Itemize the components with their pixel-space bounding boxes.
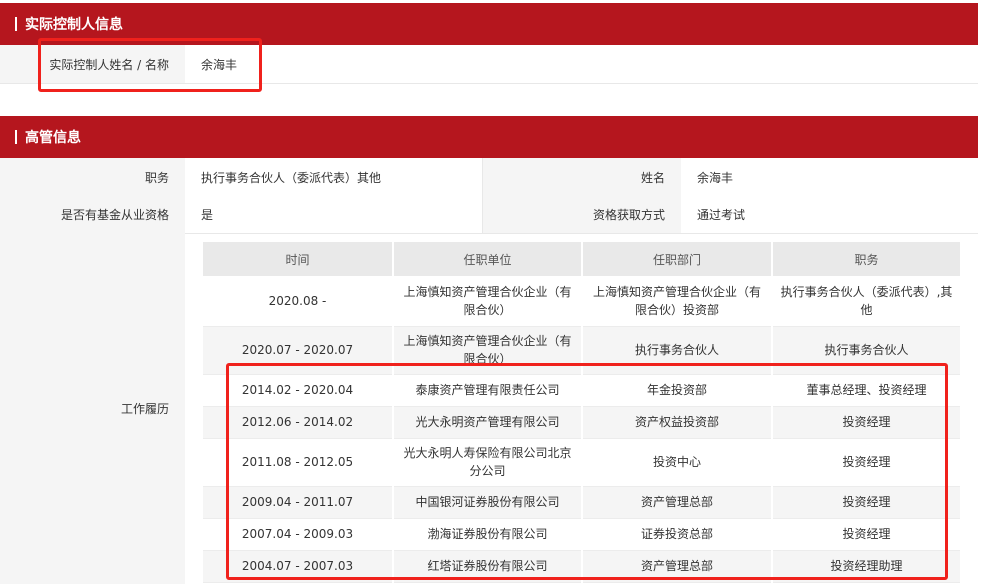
cell-position: 董事总经理、投资经理 <box>772 374 962 407</box>
cell-department: 证券投资总部 <box>582 518 773 551</box>
cell-time: 2007.04 - 2009.03 <box>203 518 394 551</box>
cell-time: 2009.04 - 2011.07 <box>203 486 394 519</box>
header-department: 任职部门 <box>582 242 773 276</box>
table-row: 2011.08 - 2012.05 光大永明人寿保险有限公司北京分公司 投资中心… <box>203 438 962 487</box>
position-label: 职务 <box>0 158 185 196</box>
cell-time: 2014.02 - 2020.04 <box>203 374 394 407</box>
history-header-row: 时间 任职单位 任职部门 职务 <box>203 242 962 276</box>
table-row: 2020.07 - 2020.07 上海慎知资产管理合伙企业（有限合伙） 执行事… <box>203 326 962 375</box>
cell-department: 上海慎知资产管理合伙企业（有限合伙）投资部 <box>582 276 773 327</box>
qualified-label: 是否有基金从业资格 <box>0 196 185 233</box>
cell-department: 资产权益投资部 <box>582 406 773 439</box>
cell-time: 2004.07 - 2007.03 <box>203 550 394 583</box>
exec-name-value: 余海丰 <box>681 158 978 196</box>
cell-position: 投资经理 <box>772 518 962 551</box>
cell-position: 执行事务合伙人 <box>772 326 962 375</box>
qual-method-label: 资格获取方式 <box>483 196 681 233</box>
cell-company: 中国银河证券股份有限公司 <box>393 486 583 519</box>
cell-company: 光大永明资产管理有限公司 <box>393 406 583 439</box>
cell-company: 红塔证券股份有限公司 <box>393 550 583 583</box>
table-row: 2012.06 - 2014.02 光大永明资产管理有限公司 资产权益投资部 投… <box>203 406 962 439</box>
cell-company: 泰康资产管理有限责任公司 <box>393 374 583 407</box>
cell-position: 投资经理 <box>772 438 962 487</box>
work-history-table: 时间 任职单位 任职部门 职务 2020.08 - 上海慎知资产管理合伙企业（有… <box>203 242 962 583</box>
cell-company: 上海慎知资产管理合伙企业（有限合伙） <box>393 326 583 375</box>
cell-time: 2011.08 - 2012.05 <box>203 438 394 487</box>
controller-name-value: 余海丰 <box>185 45 978 83</box>
cell-position: 投资经理 <box>772 406 962 439</box>
controller-section-header: 实际控制人信息 <box>0 3 978 45</box>
cell-company: 光大永明人寿保险有限公司北京分公司 <box>393 438 583 487</box>
cell-position: 执行事务合伙人（委派代表）,其他 <box>772 276 962 327</box>
position-value: 执行事务合伙人（委派代表）其他 <box>185 158 483 196</box>
work-history-label: 工作履历 <box>0 233 185 584</box>
cell-position: 投资经理助理 <box>772 550 962 583</box>
table-row: 2004.07 - 2007.03 红塔证券股份有限公司 资产管理总部 投资经理… <box>203 550 962 583</box>
exec-name-label: 姓名 <box>483 158 681 196</box>
cell-company: 渤海证券股份有限公司 <box>393 518 583 551</box>
cell-department: 资产管理总部 <box>582 486 773 519</box>
controller-section-title: 实际控制人信息 <box>25 17 123 33</box>
cell-time: 2020.07 - 2020.07 <box>203 326 394 375</box>
controller-name-label: 实际控制人姓名 / 名称 <box>0 45 185 83</box>
executive-qualification-row: 是否有基金从业资格 是 资格获取方式 通过考试 <box>0 196 978 234</box>
cell-department: 投资中心 <box>582 438 773 487</box>
cell-department: 资产管理总部 <box>582 550 773 583</box>
qualified-value: 是 <box>185 196 483 233</box>
cell-time: 2020.08 - <box>203 276 394 327</box>
header-time: 时间 <box>203 242 394 276</box>
cell-time: 2012.06 - 2014.02 <box>203 406 394 439</box>
table-row: 2020.08 - 上海慎知资产管理合伙企业（有限合伙） 上海慎知资产管理合伙企… <box>203 276 962 327</box>
executive-position-row: 职务 执行事务合伙人（委派代表）其他 姓名 余海丰 <box>0 158 978 197</box>
cell-department: 年金投资部 <box>582 374 773 407</box>
executive-section-title: 高管信息 <box>25 130 81 146</box>
table-row: 2007.04 - 2009.03 渤海证券股份有限公司 证券投资总部 投资经理 <box>203 518 962 551</box>
table-row: 2009.04 - 2011.07 中国银河证券股份有限公司 资产管理总部 投资… <box>203 486 962 519</box>
header-bar-icon <box>15 130 17 144</box>
header-bar-icon <box>15 17 17 31</box>
cell-company: 上海慎知资产管理合伙企业（有限合伙） <box>393 276 583 327</box>
controller-name-row: 实际控制人姓名 / 名称 余海丰 <box>0 45 978 84</box>
cell-department: 执行事务合伙人 <box>582 326 773 375</box>
cell-position: 投资经理 <box>772 486 962 519</box>
header-position: 职务 <box>772 242 962 276</box>
table-row: 2014.02 - 2020.04 泰康资产管理有限责任公司 年金投资部 董事总… <box>203 374 962 407</box>
header-company: 任职单位 <box>393 242 583 276</box>
executive-section-header: 高管信息 <box>0 116 978 158</box>
qual-method-value: 通过考试 <box>681 196 978 233</box>
